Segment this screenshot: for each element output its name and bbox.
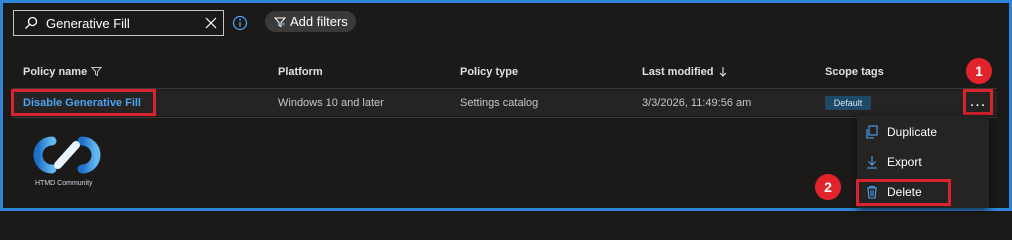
- column-header-last-modified[interactable]: Last modified: [642, 66, 728, 78]
- menu-item-export[interactable]: Export: [857, 148, 989, 176]
- column-header-label: Policy name: [23, 66, 88, 78]
- menu-item-label: Export: [887, 155, 922, 169]
- clear-search-icon[interactable]: [205, 17, 217, 29]
- export-icon: [867, 156, 877, 169]
- column-header-scope-tags[interactable]: Scope tags: [825, 66, 884, 78]
- highlight-policy-name: [11, 89, 156, 116]
- callout-2: 2: [815, 174, 841, 200]
- filter-icon: [274, 17, 286, 27]
- header-divider: [13, 88, 997, 89]
- menu-item-duplicate[interactable]: Duplicate: [857, 118, 989, 146]
- logo-text: HTMD Community: [35, 180, 93, 187]
- add-filters-label: Add filters: [290, 14, 348, 29]
- column-header-label: Platform: [278, 66, 323, 78]
- row-divider: [13, 117, 997, 118]
- column-header-platform[interactable]: Platform: [278, 66, 323, 78]
- menu-item-label: Duplicate: [887, 125, 938, 139]
- scope-tag-badge: Default: [825, 96, 871, 110]
- filter-icon[interactable]: [91, 66, 103, 77]
- column-header-policy-type[interactable]: Policy type: [460, 66, 518, 78]
- policy-type-cell: Settings catalog: [460, 97, 539, 109]
- column-header-label: Last modified: [642, 66, 714, 78]
- add-filters-button[interactable]: Add filters: [265, 11, 356, 32]
- column-header-label: Policy type: [460, 66, 519, 78]
- platform-cell: Windows 10 and later: [278, 97, 384, 109]
- search-box[interactable]: Generative Fill: [13, 10, 224, 36]
- duplicate-icon: [866, 125, 878, 139]
- info-icon[interactable]: [232, 15, 248, 31]
- highlight-more-actions: [963, 89, 993, 115]
- sort-descending-icon[interactable]: [718, 66, 728, 77]
- search-icon: [25, 16, 38, 29]
- last-modified-cell: 3/3/2026, 11:49:56 am: [642, 97, 752, 109]
- highlight-delete: [856, 179, 951, 206]
- column-header-label: Scope tags: [825, 66, 884, 78]
- search-input[interactable]: Generative Fill: [46, 16, 205, 31]
- callout-1: 1: [966, 58, 992, 84]
- column-header-policy-name[interactable]: Policy name: [23, 66, 103, 78]
